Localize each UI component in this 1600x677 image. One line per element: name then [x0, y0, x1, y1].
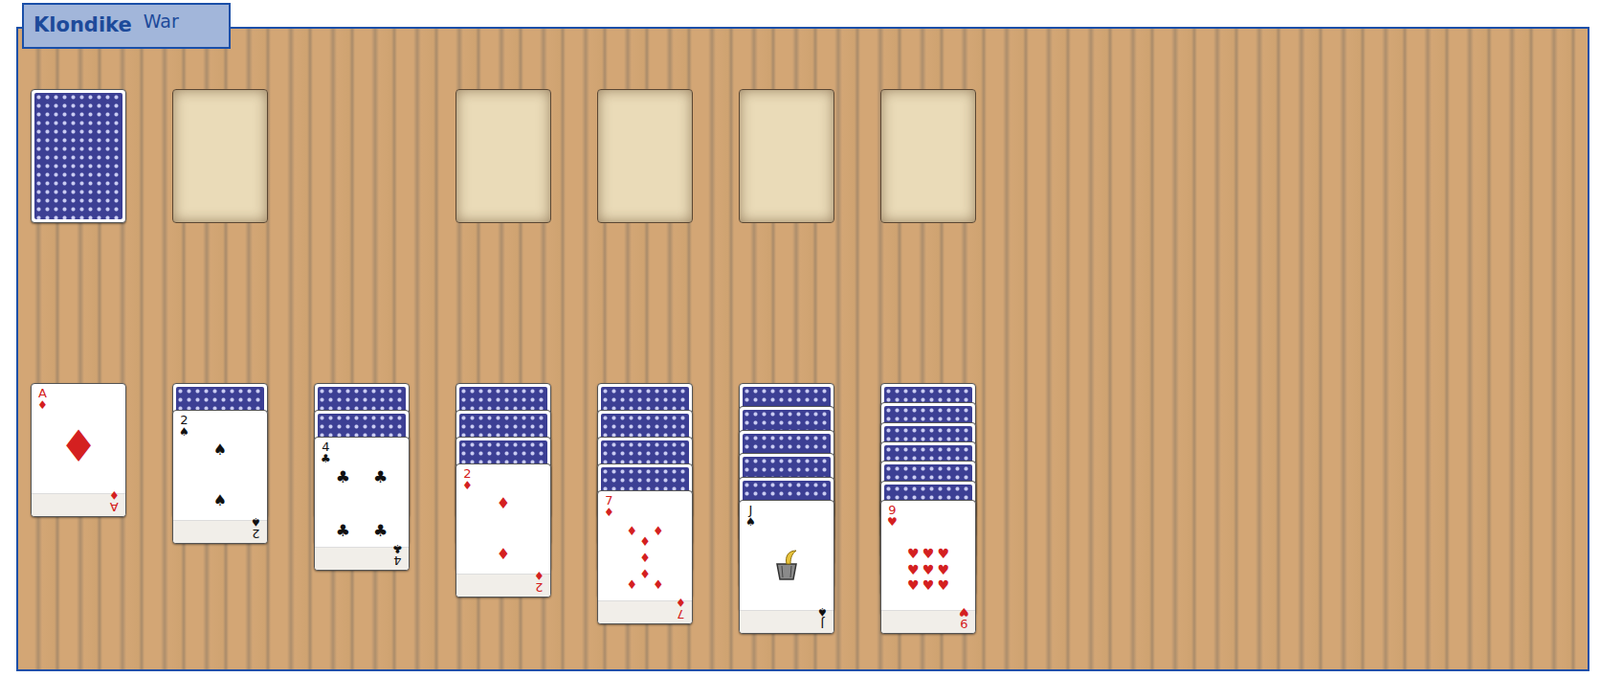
card-corner-top: A♦ — [37, 386, 48, 411]
stock-pile[interactable] — [30, 88, 127, 223]
card-face[interactable]: 4♣4♣♣♣♣♣ — [313, 436, 410, 571]
card-pip: ♥ — [922, 562, 935, 577]
card-face[interactable]: J♠ J♠ — [738, 499, 835, 634]
card-corner-top: J♠ — [745, 503, 756, 528]
game-tab[interactable]: Klondike War — [22, 2, 231, 49]
card-pip: ♦ — [58, 423, 98, 468]
card-pip: ♥ — [907, 546, 920, 560]
card-pip: ♦ — [496, 546, 511, 562]
tableau-column: J♠ J♠ — [738, 382, 835, 634]
top-row — [30, 88, 1588, 223]
card-face[interactable]: A♦ A♦ ♦ — [30, 382, 127, 517]
card-corner-bottom: 2♦ — [533, 569, 545, 594]
card-pip: ♥ — [936, 546, 950, 560]
card-corner-bottom: 9♥ — [958, 605, 970, 630]
tableau: A♦A♦♦2♠2♠♠♠4♣4♣♣♣♣♣2♦2♦♦♦7♦7♦♦♦♦♦♦♦♦J♠J♠… — [30, 382, 1588, 634]
foundation-pile[interactable] — [880, 88, 977, 223]
card-pip: ♣ — [373, 468, 388, 486]
card-pip: ♦ — [496, 495, 511, 512]
card-pip: ♦ — [639, 566, 651, 579]
waste-pile[interactable] — [172, 88, 268, 223]
card-pip: ♥ — [907, 577, 920, 592]
card-pip: ♥ — [907, 562, 920, 577]
card-corner-bottom: 7♦ — [675, 596, 687, 621]
card-pip: ♠ — [213, 492, 227, 509]
card-corner-top: 4♣ — [320, 440, 332, 465]
card-pip: ♠ — [213, 442, 227, 458]
tableau-column: 9♥9♥♥♥♥♥♥♥♥♥♥ — [880, 382, 977, 634]
game-title: Klondike — [33, 12, 133, 38]
tableau-column: 2♠ 2♠ ♠ ♠ — [172, 382, 268, 544]
foundation-pile[interactable] — [455, 88, 552, 223]
card-corner-bottom: A♦ — [109, 488, 120, 513]
game-variant: War — [143, 12, 179, 31]
card-pip: ♥ — [922, 546, 935, 560]
card-corner-top: 7♦ — [603, 493, 615, 518]
foundation-pile[interactable] — [597, 88, 693, 223]
game-table: A♦A♦♦2♠2♠♠♠4♣4♣♣♣♣♣2♦2♦♦♦7♦7♦♦♦♦♦♦♦♦J♠J♠… — [16, 26, 1590, 671]
card-pip: ♦ — [625, 577, 638, 590]
card-face[interactable]: 7♦7♦♦♦♦♦♦♦♦ — [597, 489, 693, 624]
jack-picture-icon — [767, 544, 806, 583]
foundation-pile[interactable] — [738, 88, 835, 223]
card-corner-top: 2♠ — [178, 413, 190, 438]
card-pip: ♦ — [639, 534, 651, 548]
card-corner-bottom: J♠ — [817, 605, 828, 630]
card-pip: ♣ — [373, 521, 388, 538]
card-pip: ♣ — [335, 468, 351, 486]
card-corner-top: 9♥ — [887, 503, 898, 528]
tableau-column: 4♣4♣♣♣♣♣ — [313, 382, 410, 571]
card-pip: ♥ — [936, 577, 950, 592]
card-face[interactable]: 2♠ 2♠ ♠ ♠ — [172, 409, 268, 544]
card-face[interactable]: 9♥9♥♥♥♥♥♥♥♥♥♥ — [880, 499, 977, 634]
card-pip: ♦ — [652, 524, 665, 537]
card-pip: ♣ — [335, 521, 351, 538]
card-pip: ♦ — [639, 551, 651, 564]
tableau-column: 7♦7♦♦♦♦♦♦♦♦ — [597, 382, 693, 624]
tableau-column: A♦ A♦ ♦ — [30, 382, 127, 517]
card-pip: ♦ — [625, 524, 638, 537]
card-face[interactable]: 2♦ 2♦ ♦ ♦ — [455, 463, 552, 598]
card-pip: ♦ — [652, 577, 665, 590]
tableau-column: 2♦ 2♦ ♦ ♦ — [455, 382, 552, 598]
card-corner-bottom: 4♣ — [392, 542, 403, 567]
card-corner-top: 2♦ — [462, 466, 473, 491]
card-pip: ♥ — [922, 577, 935, 592]
card-pip: ♥ — [936, 562, 950, 577]
card-corner-bottom: 2♠ — [250, 515, 262, 540]
